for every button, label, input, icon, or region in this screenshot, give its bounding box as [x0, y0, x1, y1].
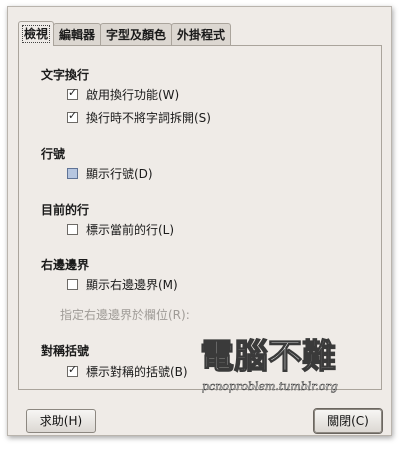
checkbox-checked-icon — [67, 363, 78, 377]
close-button[interactable]: 關閉(C) — [314, 409, 382, 433]
view-tab-panel: 文字換行 啟用換行功能(W) 換行時不將字詞拆開(S) 行號 顯示行號(D) 目… — [18, 45, 382, 390]
highlight-matching-bracket-label: 標示對稱的括號(B) — [86, 364, 188, 379]
no-split-words-checkbox[interactable]: 換行時不將字詞拆開(S) — [67, 108, 211, 126]
show-right-margin-checkbox[interactable]: 顯示右邊邊界(M) — [67, 275, 178, 293]
show-right-margin-label: 顯示右邊邊界(M) — [86, 277, 178, 292]
right-margin-position-label: 指定右邊邊界於欄位(R): — [60, 307, 190, 322]
section-title-right-margin: 右邊邊界 — [41, 258, 90, 272]
section-title-text-wrapping: 文字換行 — [41, 68, 90, 82]
checkbox-checked-icon — [67, 86, 78, 100]
help-button[interactable]: 求助(H) — [26, 409, 96, 433]
section-title-line-numbers: 行號 — [41, 147, 66, 161]
section-title-current-line: 目前的行 — [41, 203, 90, 217]
tab-plugins[interactable]: 外掛程式 — [171, 23, 232, 45]
highlight-current-line-label: 標示當前的行(L) — [86, 222, 175, 237]
preferences-dialog: 檢視 編輯器 字型及顏色 外掛程式 文字換行 啟用換行功能(W) 換行時不將字詞… — [7, 6, 392, 436]
enable-wrapping-checkbox[interactable]: 啟用換行功能(W) — [67, 85, 179, 103]
enable-wrapping-label: 啟用換行功能(W) — [86, 87, 180, 102]
section-title-bracket-matching: 對稱括號 — [41, 344, 90, 358]
show-line-numbers-checkbox[interactable]: 顯示行號(D) — [67, 164, 153, 182]
tab-view[interactable]: 檢視 — [18, 21, 55, 46]
highlight-current-line-checkbox[interactable]: 標示當前的行(L) — [67, 220, 174, 238]
checkbox-unchecked-icon — [67, 278, 78, 290]
checkbox-unchecked-icon — [67, 223, 78, 235]
tab-bar: 檢視 編輯器 字型及顏色 外掛程式 — [18, 21, 232, 46]
checkbox-checked-icon — [67, 109, 78, 123]
highlight-matching-bracket-checkbox[interactable]: 標示對稱的括號(B) — [67, 362, 188, 380]
checkbox-focused-icon — [67, 167, 78, 179]
tab-editor[interactable]: 編輯器 — [53, 23, 102, 45]
no-split-words-label: 換行時不將字詞拆開(S) — [86, 110, 211, 125]
show-line-numbers-label: 顯示行號(D) — [86, 166, 153, 181]
tab-font-colors[interactable]: 字型及顏色 — [100, 23, 173, 45]
